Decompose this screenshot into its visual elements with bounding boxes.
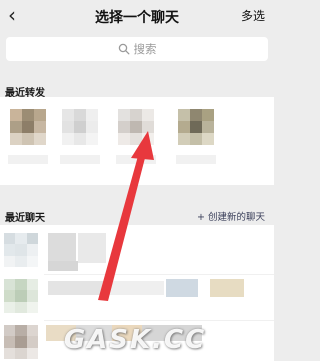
watermark-text: GASK.CC xyxy=(63,325,207,355)
mosaic-cell xyxy=(22,121,34,133)
chat-name-blur[interactable] xyxy=(166,279,198,297)
watermark: GASK.CC xyxy=(50,325,220,355)
chat-name-blur[interactable] xyxy=(210,279,244,297)
recent-forward-avatar[interactable] xyxy=(10,109,46,145)
search-input[interactable]: 搜索 xyxy=(6,37,268,61)
mosaic-cell xyxy=(15,301,27,313)
mosaic-cell xyxy=(4,347,16,359)
row-divider xyxy=(44,274,274,275)
mosaic-cell xyxy=(4,244,16,256)
search-placeholder: 搜索 xyxy=(133,42,157,56)
mosaic-cell xyxy=(26,233,38,245)
mosaic-cell xyxy=(86,133,98,145)
mosaic-cell xyxy=(118,121,130,133)
mosaic-cell xyxy=(142,109,154,121)
mosaic-cell xyxy=(142,121,154,133)
mosaic-cell xyxy=(34,109,46,121)
mosaic-cell xyxy=(62,109,74,121)
mosaic-cell xyxy=(74,121,86,133)
mosaic-cell xyxy=(22,109,34,121)
mosaic-cell xyxy=(26,279,38,291)
mosaic-cell xyxy=(202,133,214,145)
mosaic-cell xyxy=(190,133,202,145)
page-title: 选择一个聊天 xyxy=(95,10,179,26)
recent-forward-avatar[interactable] xyxy=(62,109,98,145)
mosaic-cell xyxy=(178,109,190,121)
mosaic-cell xyxy=(15,325,27,337)
mosaic-cell xyxy=(26,301,38,313)
mosaic-cell xyxy=(34,121,46,133)
recent-forward-name xyxy=(60,155,100,164)
multi-select-button[interactable]: 多选 xyxy=(241,7,265,24)
recent-forward-name xyxy=(8,155,48,164)
mosaic-cell xyxy=(15,244,27,256)
mosaic-cell xyxy=(15,336,27,348)
mosaic-cell xyxy=(26,347,38,359)
chat-avatar[interactable] xyxy=(4,325,38,359)
recent-forward-name xyxy=(116,155,156,164)
mosaic-cell xyxy=(202,121,214,133)
mosaic-cell xyxy=(4,290,16,302)
header-bar: ‹ 选择一个聊天 多选 xyxy=(0,0,274,32)
chat-name-blur xyxy=(48,261,78,271)
mosaic-cell xyxy=(10,121,22,133)
mosaic-cell xyxy=(34,133,46,145)
mosaic-cell xyxy=(4,255,16,267)
mosaic-cell xyxy=(118,133,130,145)
recent-forward-avatar[interactable] xyxy=(178,109,214,145)
chat-name-blur[interactable] xyxy=(108,281,164,295)
mosaic-cell xyxy=(15,347,27,359)
create-new-chat-button[interactable]: + 创建新的聊天 xyxy=(197,209,265,223)
mosaic-cell xyxy=(130,109,142,121)
mosaic-cell xyxy=(15,290,27,302)
mosaic-cell xyxy=(142,133,154,145)
mosaic-cell xyxy=(4,325,16,337)
mosaic-cell xyxy=(26,336,38,348)
mosaic-cell xyxy=(15,233,27,245)
mosaic-cell xyxy=(4,336,16,348)
chat-name-blur[interactable] xyxy=(48,281,108,295)
chat-name-blur[interactable] xyxy=(78,233,106,263)
chat-avatar[interactable] xyxy=(4,279,38,313)
mosaic-cell xyxy=(15,279,27,291)
mosaic-cell xyxy=(26,325,38,337)
recent-chats-label: 最近聊天 xyxy=(5,213,45,224)
mosaic-cell xyxy=(202,109,214,121)
mosaic-cell xyxy=(26,244,38,256)
mosaic-cell xyxy=(190,121,202,133)
mosaic-cell xyxy=(4,233,16,245)
recent-forward-panel xyxy=(0,97,274,185)
mosaic-cell xyxy=(74,109,86,121)
mosaic-cell xyxy=(26,290,38,302)
search-icon xyxy=(118,43,129,55)
recent-forward-name xyxy=(176,155,216,164)
chat-avatar[interactable] xyxy=(4,233,38,267)
mosaic-cell xyxy=(22,133,34,145)
row-divider xyxy=(44,320,274,321)
mosaic-cell xyxy=(178,121,190,133)
mosaic-cell xyxy=(130,121,142,133)
chat-name-blur[interactable] xyxy=(48,233,76,263)
mosaic-cell xyxy=(86,109,98,121)
mosaic-cell xyxy=(4,301,16,313)
mosaic-cell xyxy=(4,279,16,291)
mosaic-cell xyxy=(26,255,38,267)
recent-forward-avatar[interactable] xyxy=(118,109,154,145)
mosaic-cell xyxy=(62,133,74,145)
mosaic-cell xyxy=(10,109,22,121)
mosaic-cell xyxy=(15,255,27,267)
mosaic-cell xyxy=(74,133,86,145)
mosaic-cell xyxy=(130,133,142,145)
mosaic-cell xyxy=(190,109,202,121)
mosaic-cell xyxy=(118,109,130,121)
mosaic-cell xyxy=(178,133,190,145)
mosaic-cell xyxy=(86,121,98,133)
mosaic-cell xyxy=(10,133,22,145)
mosaic-cell xyxy=(62,121,74,133)
